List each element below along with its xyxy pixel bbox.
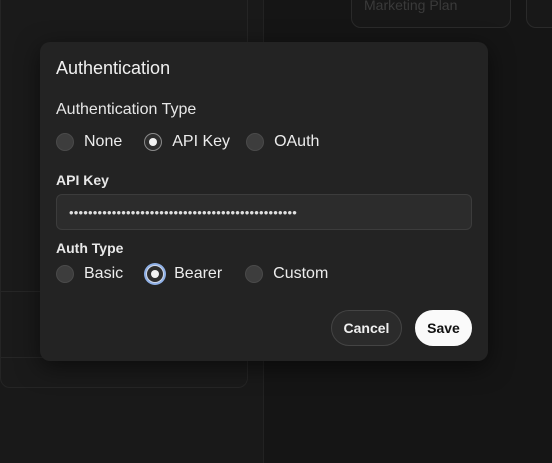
background-card: Marketing Plan [351, 0, 511, 28]
radio-basic[interactable] [56, 265, 74, 283]
radio-option-basic[interactable]: Basic [56, 265, 123, 283]
radio-label-api-key: API Key [172, 133, 231, 150]
radio-option-custom[interactable]: Custom [245, 265, 328, 283]
api-key-label: API Key [56, 172, 109, 188]
auth-type-label: Auth Type [56, 240, 124, 256]
radio-label-none: None [84, 133, 123, 150]
authentication-type-label: Authentication Type [56, 101, 197, 118]
radio-none[interactable] [56, 133, 74, 151]
radio-custom[interactable] [245, 265, 264, 283]
cancel-button[interactable]: Cancel [331, 310, 402, 346]
radio-oauth[interactable] [246, 133, 265, 151]
radio-label-custom: Custom [273, 265, 329, 282]
radio-option-oauth[interactable]: OAuth [246, 133, 319, 151]
radio-label-basic: Basic [84, 265, 124, 282]
save-button[interactable]: Save [415, 310, 472, 346]
background-card-title: Marketing Plan [364, 0, 458, 13]
authentication-dialog: Authentication Authentication Type None … [40, 42, 488, 361]
api-key-input[interactable]: ••••••••••••••••••••••••••••••••••••••••… [56, 194, 472, 230]
authentication-type-radio-group: None API Key OAuth [56, 131, 319, 153]
radio-option-bearer[interactable]: Bearer [146, 265, 222, 283]
radio-bearer[interactable] [146, 265, 165, 283]
auth-type-radio-group: Basic Bearer Custom [56, 263, 328, 285]
radio-label-bearer: Bearer [174, 265, 223, 282]
radio-api-key[interactable] [144, 133, 163, 151]
dialog-title: Authentication [56, 58, 171, 78]
radio-option-none[interactable]: None [56, 133, 122, 151]
radio-label-oauth: OAuth [274, 133, 320, 150]
radio-option-api-key[interactable]: API Key [144, 133, 230, 151]
background-card-edge [526, 0, 552, 28]
